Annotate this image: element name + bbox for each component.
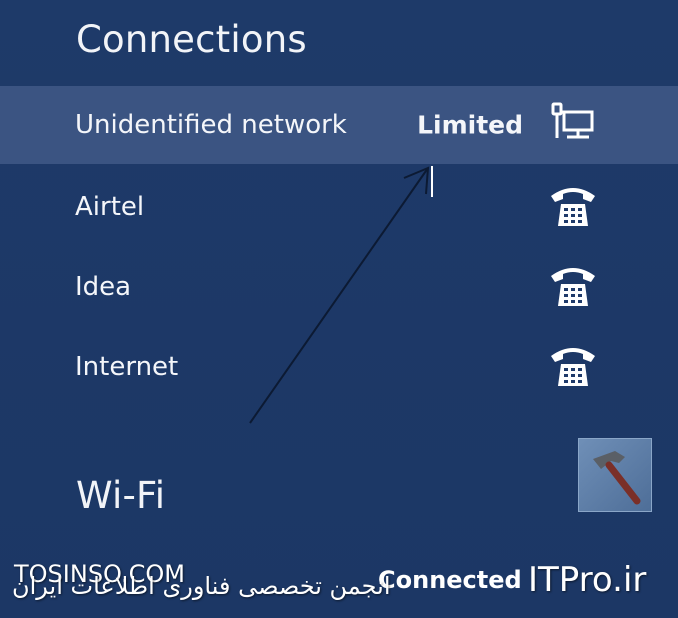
watermark-persian-text: انجمن تخصصی فناوری اطلاعات ایران xyxy=(12,572,391,600)
wifi-connection-status: Connected xyxy=(378,566,522,594)
annotation-arrow xyxy=(249,166,433,424)
wifi-heading: Wi-Fi xyxy=(76,474,166,517)
network-flyout: Connections Unidentified network Limited… xyxy=(0,0,678,618)
watermark-site-right: ITPro.ir xyxy=(528,560,647,600)
hammer-icon xyxy=(593,451,641,505)
hammer-logo-tile xyxy=(578,438,652,512)
